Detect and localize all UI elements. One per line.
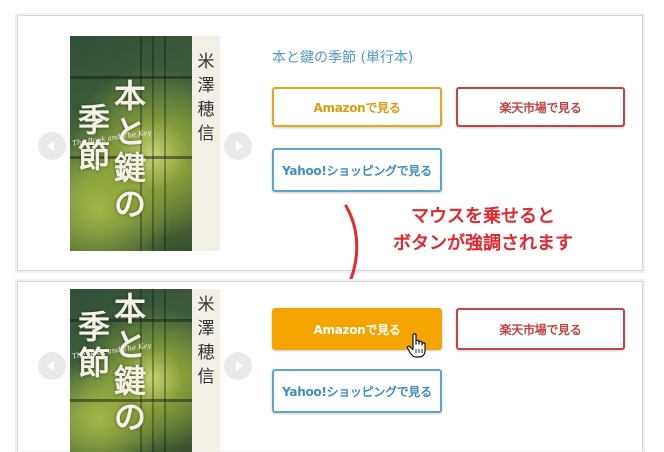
carousel-next-button[interactable] [224,132,252,160]
hover-annotation: マウスを乗せると ボタンが強調されます [358,203,608,257]
carousel-next-button[interactable] [224,352,252,380]
rakuten-button[interactable]: 楽天市場で見る [456,308,625,350]
book-title-link[interactable]: 本と鍵の季節 (単行本) [272,47,413,67]
annotation-line-2: ボタンが強調されます [393,233,573,254]
book-cover-image: 本 と 鍵 の 季 節 The Book and The Key 米 澤 穂 信 [70,289,220,452]
hand-cursor-icon [406,333,426,358]
cover-author-strip: 米 澤 穂 信 [192,289,220,452]
yahoo-button[interactable]: Yahoo!ショッピングで見る [272,148,442,192]
carousel-prev-button[interactable] [38,352,66,380]
yahoo-button[interactable]: Yahoo!ショッピングで見る [272,369,442,413]
rakuten-button[interactable]: 楽天市場で見る [456,87,625,127]
cover-title-col1: 本 と 鍵 の [114,77,147,223]
cover-title-col1: 本 と 鍵 の [114,290,147,436]
amazon-button[interactable]: Amazonで見る [272,87,442,127]
book-cover-image: 本 と 鍵 の 季 節 The Book and The Key 米 澤 穂 信 [70,36,220,251]
annotation-line-1: マウスを乗せると [411,206,555,227]
product-card-hover: 本 と 鍵 の 季 節 The Book and The Key 米 澤 穂 信… [17,281,643,452]
cover-title-col2: 季 節 [78,308,111,382]
cover-author-strip: 米 澤 穂 信 [192,36,220,251]
carousel-prev-button[interactable] [38,132,66,160]
